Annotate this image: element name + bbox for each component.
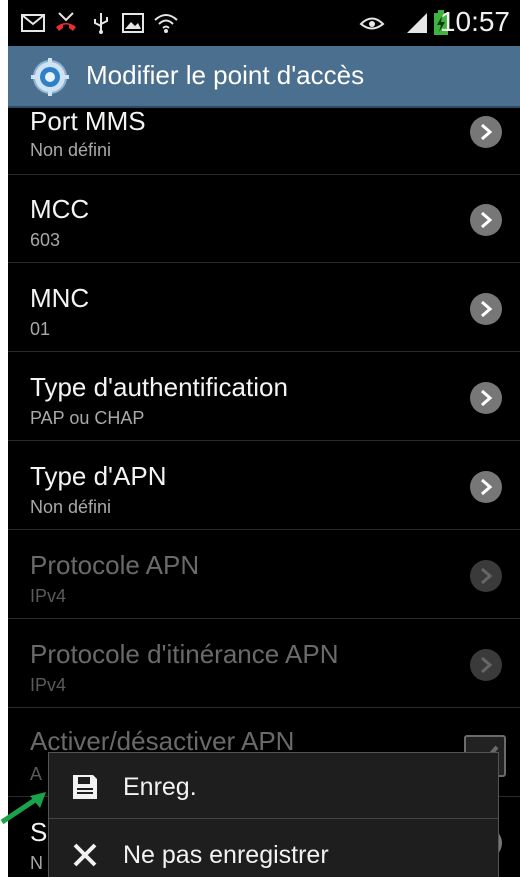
gallery-icon xyxy=(120,10,146,36)
chevron-right-icon xyxy=(470,116,502,148)
phone-screen: 10:57 Modifier le point d'accès Port MMS… xyxy=(8,0,520,877)
smart-stay-eye-icon xyxy=(358,10,386,36)
chevron-right-icon xyxy=(470,204,502,236)
setting-roaming-protocol: Protocole d'itinérance APN IPv4 xyxy=(8,619,520,708)
setting-value: 603 xyxy=(30,230,61,250)
setting-title: Protocole APN xyxy=(30,550,200,580)
chevron-right-icon xyxy=(470,293,502,325)
setting-mcc[interactable]: MCC 603 xyxy=(8,174,520,263)
setting-mnc[interactable]: MNC 01 xyxy=(8,263,520,352)
setting-title: MCC xyxy=(30,194,90,224)
setting-value: IPv4 xyxy=(30,586,67,606)
options-menu: Enreg. Ne pas enregistrer xyxy=(48,752,499,877)
setting-value: Non défini xyxy=(30,497,112,517)
setting-title: Protocole d'itinérance APN xyxy=(30,639,339,669)
close-icon xyxy=(71,841,99,869)
setting-title: Type d'authentification xyxy=(30,372,288,402)
setting-apn-protocol: Protocole APN IPv4 xyxy=(8,530,520,619)
annotation-arrow-icon xyxy=(0,792,46,825)
setting-value: N xyxy=(30,853,43,873)
chevron-right-icon xyxy=(470,560,502,592)
save-disk-icon xyxy=(71,773,99,801)
status-bar: 10:57 xyxy=(8,0,520,46)
discard-label: Ne pas enregistrer xyxy=(123,840,329,869)
menu-divider xyxy=(49,818,498,819)
mail-icon xyxy=(20,10,46,36)
save-menu-item[interactable]: Enreg. xyxy=(49,755,498,819)
save-label: Enreg. xyxy=(123,772,197,801)
chevron-right-icon xyxy=(470,382,502,414)
setting-value: 01 xyxy=(30,319,51,339)
discard-menu-item[interactable]: Ne pas enregistrer xyxy=(49,823,498,877)
setting-title: MNC xyxy=(30,283,90,313)
usb-icon xyxy=(90,10,112,36)
setting-value: Non défini xyxy=(30,140,112,160)
setting-value: A xyxy=(30,764,43,784)
signal-icon xyxy=(404,10,430,36)
setting-title: Port MMS xyxy=(30,106,146,136)
setting-value: PAP ou CHAP xyxy=(30,408,145,428)
setting-title: Type d'APN xyxy=(30,461,167,491)
chevron-right-icon xyxy=(470,649,502,681)
wifi-icon xyxy=(152,10,180,36)
chevron-right-icon xyxy=(470,471,502,503)
setting-apn-type[interactable]: Type d'APN Non défini xyxy=(8,441,520,530)
clock: 10:57 xyxy=(439,6,510,37)
setting-auth-type[interactable]: Type d'authentification PAP ou CHAP xyxy=(8,352,520,441)
setting-port-mms[interactable]: Port MMS Non défini xyxy=(8,86,520,175)
missed-call-icon xyxy=(52,10,80,36)
setting-value: IPv4 xyxy=(30,675,67,695)
